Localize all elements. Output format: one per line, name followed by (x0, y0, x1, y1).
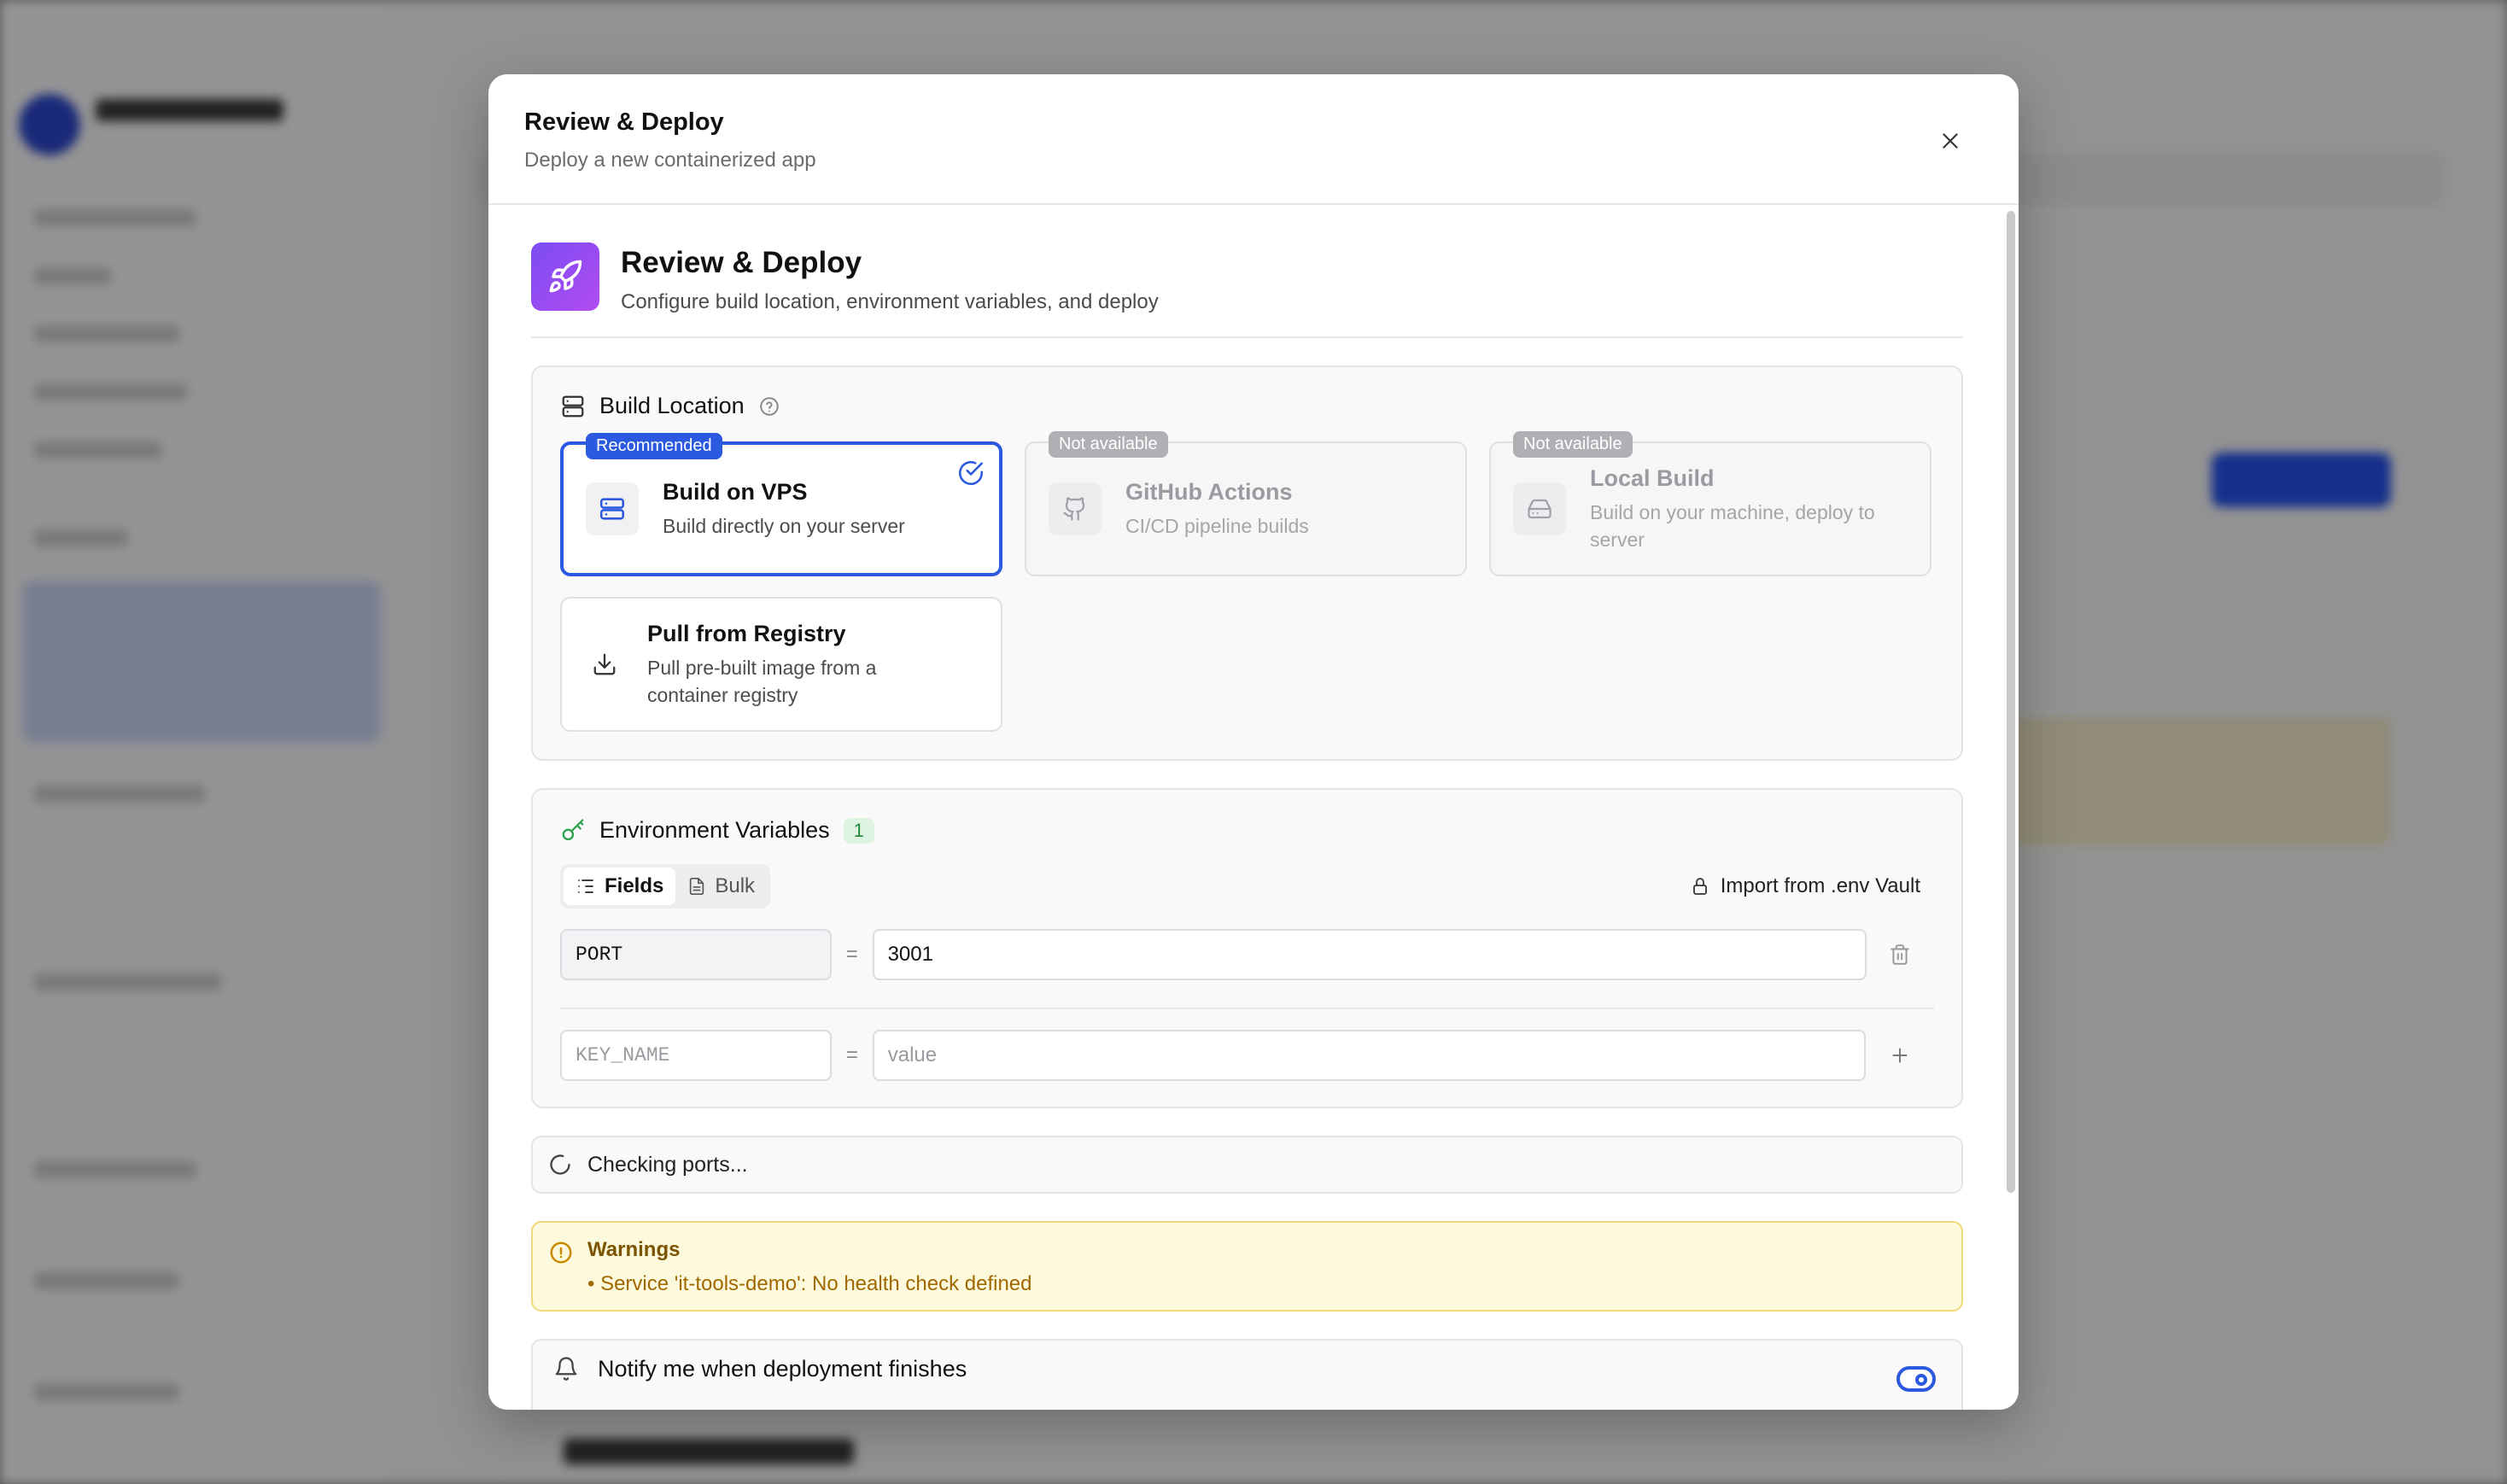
import-env-vault-label: Import from .env Vault (1720, 874, 1920, 897)
env-key-input[interactable] (560, 929, 832, 980)
option-description: CI/CD pipeline builds (1125, 514, 1309, 537)
option-title: Build on VPS (663, 478, 808, 505)
step-title: Review & Deploy (621, 246, 862, 279)
new-value-input[interactable] (872, 1030, 1867, 1081)
server-icon (586, 482, 639, 535)
hard-drive-icon (1513, 482, 1566, 535)
alert-circle-icon (548, 1240, 574, 1296)
option-build-on-vps[interactable]: Recommended Build on VPS Build directly … (560, 433, 1002, 576)
deploy-modal: Review & Deploy Deploy a new containeriz… (488, 74, 2019, 1410)
option-title: Pull from Registry (647, 620, 846, 646)
option-description: Pull pre-built image from a container re… (647, 656, 877, 706)
env-mode-toggle: Fields Bulk (560, 864, 771, 909)
option-description: Build directly on your server (663, 514, 905, 537)
close-icon (1943, 133, 1958, 149)
import-env-vault-button[interactable]: Import from .env Vault (1690, 874, 1920, 898)
step-header: Review & Deploy Configure build location… (531, 242, 1963, 338)
modal-body: Review & Deploy Configure build location… (488, 207, 2019, 1410)
trash-icon (1890, 944, 1910, 965)
env-count-badge: 1 (843, 817, 874, 844)
plus-icon (1892, 1048, 1908, 1063)
notify-toggle[interactable] (1896, 1366, 1936, 1392)
server-icon (560, 394, 586, 419)
option-title: GitHub Actions (1125, 478, 1293, 505)
option-title: Local Build (1590, 464, 1715, 491)
option-pull-from-registry[interactable]: Pull from Registry Pull pre-built image … (560, 597, 1002, 732)
modal-title: Review & Deploy (524, 108, 724, 136)
tab-bulk[interactable]: Bulk (675, 868, 767, 905)
loading-spinner-icon (548, 1153, 572, 1177)
add-row-button[interactable] (1866, 1044, 1934, 1066)
warnings-panel: Warnings • Service 'it-tools-demo': No h… (531, 1221, 1963, 1312)
notify-label: Notify me when deployment finishes (598, 1355, 967, 1382)
file-text-icon (687, 877, 706, 896)
equals-sign: = (845, 1043, 858, 1066)
github-icon (1049, 482, 1102, 535)
divider (560, 1008, 1934, 1009)
equals-sign: = (845, 943, 858, 966)
option-github-actions: Not available GitHub Actions CI/CD pipel… (1025, 431, 1467, 576)
env-row: = (560, 929, 1934, 980)
modal-subtitle: Deploy a new containerized app (524, 149, 816, 172)
recommended-badge: Recommended (586, 433, 722, 459)
env-vars-heading: Environment Variables (599, 817, 830, 843)
help-icon[interactable] (758, 395, 780, 418)
not-available-badge: Not available (1513, 431, 1633, 458)
env-vars-card: Environment Variables 1 Fields Bulk Impo… (531, 788, 1963, 1108)
lock-icon (1690, 876, 1710, 897)
option-local-build: Not available Local Build Build on your … (1489, 431, 1931, 576)
build-location-heading: Build Location (599, 393, 745, 418)
env-value-input[interactable] (872, 929, 1867, 980)
port-check-status: Checking ports... (531, 1136, 1963, 1194)
not-available-badge: Not available (1049, 431, 1168, 458)
build-location-card: Build Location Recommended Build on VPS … (531, 365, 1963, 761)
toggle-knob (1915, 1374, 1927, 1386)
modal-header: Review & Deploy Deploy a new containeriz… (488, 74, 2019, 205)
warning-item: • Service 'it-tools-demo': No health che… (587, 1272, 1032, 1295)
close-button[interactable] (1933, 124, 1967, 158)
key-icon (560, 818, 586, 844)
bell-icon (553, 1356, 579, 1382)
tab-fields[interactable]: Fields (564, 868, 676, 905)
warnings-title: Warnings (587, 1238, 681, 1261)
port-check-text: Checking ports... (587, 1152, 748, 1177)
rocket-icon (531, 242, 599, 311)
option-description: Build on your machine, deploy to server (1590, 500, 1875, 551)
download-icon (584, 638, 625, 691)
new-key-input[interactable] (560, 1030, 832, 1081)
notify-setting: Notify me when deployment finishes (531, 1339, 1963, 1410)
list-icon (576, 876, 596, 897)
tab-fields-label: Fields (605, 874, 664, 897)
tab-bulk-label: Bulk (715, 874, 756, 897)
delete-row-button[interactable] (1867, 944, 1934, 966)
env-new-row: = (560, 1030, 1934, 1081)
step-description: Configure build location, environment va… (621, 290, 1159, 313)
check-circle-icon (956, 459, 985, 492)
